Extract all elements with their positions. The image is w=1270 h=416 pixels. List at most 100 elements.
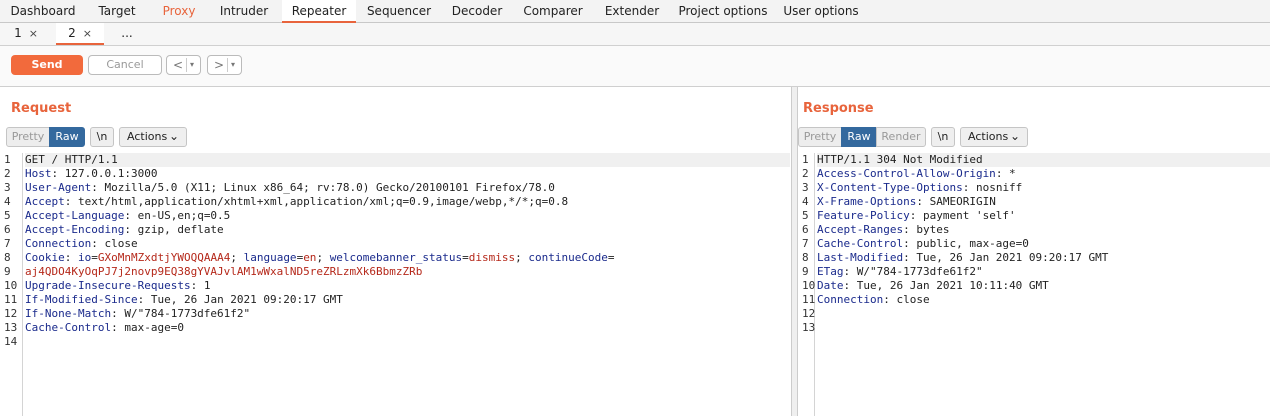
raw-toggle[interactable]: Raw — [841, 127, 877, 147]
raw-toggle[interactable]: Raw — [49, 127, 85, 147]
header-value: : public, max-age=0 — [903, 237, 1029, 250]
header-value: : Tue, 26 Jan 2021 10:11:40 GMT — [843, 279, 1049, 292]
actions-menu[interactable]: Actions ⌄ — [119, 127, 187, 147]
cookie-eq: = — [462, 251, 469, 264]
line-number: 14 — [4, 335, 18, 348]
chevron-right-icon: > — [214, 58, 225, 72]
line-number: 5 — [4, 209, 11, 222]
code-line: Feature-Policy: payment 'self' — [817, 209, 1270, 223]
actions-menu[interactable]: Actions ⌄ — [960, 127, 1028, 147]
repeater-new-tab[interactable]: ... — [112, 23, 142, 45]
tab-user-options[interactable]: User options — [780, 0, 862, 22]
header-name: Upgrade-Insecure-Requests — [25, 279, 191, 292]
header-value: aj4QDO4KyOqPJ7j2novp9EQ38gYVAJvlAM1wWxal… — [25, 265, 423, 278]
request-body[interactable]: GET / HTTP/1.1 Host: 127.0.0.1:3000 User-A… — [25, 153, 790, 349]
header-name: If-Modified-Since — [25, 293, 138, 306]
code-line: Connection: close — [25, 237, 790, 251]
line-number: 2 — [802, 167, 809, 180]
header-name: Connection — [25, 237, 92, 250]
close-icon[interactable]: × — [29, 27, 38, 40]
request-line-numbers: 1 2 3 4 5 6 7 8 9 10 11 12 13 14 — [0, 153, 23, 416]
repeater-toolbar: Send Cancel < ▾ > ▾ — [0, 46, 1270, 87]
render-toggle[interactable]: Render — [876, 127, 926, 147]
pretty-toggle[interactable]: Pretty — [6, 127, 50, 147]
repeater-tab-bar: 1 × 2 × ... — [0, 23, 1270, 46]
actions-label: Actions — [968, 130, 1009, 143]
tab-dashboard[interactable]: Dashboard — [8, 0, 78, 22]
code-line: X-Frame-Options: SAMEORIGIN — [817, 195, 1270, 209]
pretty-toggle[interactable]: Pretty — [798, 127, 842, 147]
chevron-down-icon[interactable]: ▾ — [190, 56, 194, 74]
tab-extender[interactable]: Extender — [600, 0, 664, 22]
back-button[interactable]: < ▾ — [166, 55, 201, 75]
send-button[interactable]: Send — [11, 55, 83, 75]
code-line: Host: 127.0.0.1:3000 — [25, 167, 790, 181]
line-number: 7 — [802, 237, 809, 250]
tab-sequencer[interactable]: Sequencer — [364, 0, 434, 22]
code-line: If-Modified-Since: Tue, 26 Jan 2021 09:2… — [25, 293, 790, 307]
header-value: : 127.0.0.1:3000 — [51, 167, 158, 180]
code-line: Date: Tue, 26 Jan 2021 10:11:40 GMT — [817, 279, 1270, 293]
code-line: Upgrade-Insecure-Requests: 1 — [25, 279, 790, 293]
header-name: Accept-Ranges — [817, 223, 904, 236]
cookie-value: en — [303, 251, 317, 264]
header-value: : close — [883, 293, 930, 306]
line-number: 12 — [4, 307, 18, 320]
header-name: User-Agent — [25, 181, 92, 194]
forward-button[interactable]: > ▾ — [207, 55, 242, 75]
response-title: Response — [803, 101, 874, 116]
cookie-eq: = — [607, 251, 615, 264]
tab-decoder[interactable]: Decoder — [449, 0, 505, 22]
code-line: Accept-Ranges: bytes — [817, 223, 1270, 237]
header-name: ETag — [817, 265, 844, 278]
code-line: Cache-Control: public, max-age=0 — [817, 237, 1270, 251]
chevron-down-icon: ⌄ — [168, 129, 179, 143]
header-name: Cookie — [25, 251, 65, 264]
repeater-tab-2[interactable]: 2 × — [56, 23, 104, 45]
request-editor[interactable]: 1 2 3 4 5 6 7 8 9 10 11 12 13 14 GET / HTTP/1.1 Host: … — [0, 153, 790, 416]
tab-intruder[interactable]: Intruder — [216, 0, 272, 22]
line-number: 2 — [4, 167, 11, 180]
response-body[interactable]: HTTP/1.1 304 Not Modified Access-Control-… — [817, 153, 1270, 335]
header-value: : bytes — [903, 223, 950, 236]
line-number: 10 — [802, 279, 816, 292]
header-value: HTTP/1.1 304 Not Modified — [817, 153, 983, 166]
line-number: 1 — [802, 153, 809, 166]
pane-splitter[interactable] — [791, 87, 798, 416]
line-number: 7 — [4, 237, 11, 250]
code-line: HTTP/1.1 304 Not Modified — [817, 153, 1270, 167]
tab-proxy[interactable]: Proxy — [158, 0, 200, 22]
line-number: 8 — [802, 251, 809, 264]
newline-toggle[interactable]: \n — [90, 127, 114, 147]
tab-project-options[interactable]: Project options — [678, 0, 768, 22]
header-name: Accept — [25, 195, 65, 208]
chevron-down-icon[interactable]: ▾ — [231, 56, 235, 74]
header-name: Host — [25, 167, 52, 180]
line-number: 9 — [4, 265, 11, 278]
header-value: : — [64, 251, 78, 264]
header-value: : text/html,application/xhtml+xml,applic… — [64, 195, 569, 208]
cookie-value: dismiss — [468, 251, 516, 264]
cookie-separator: ; — [515, 251, 529, 264]
code-line: Accept: text/html,application/xhtml+xml,… — [25, 195, 790, 209]
cookie-separator: ; — [316, 251, 330, 264]
code-line: Accept-Language: en-US,en;q=0.5 — [25, 209, 790, 223]
header-value: : Mozilla/5.0 (X11; Linux x86_64; rv:78.… — [91, 181, 555, 194]
tab-comparer[interactable]: Comparer — [520, 0, 586, 22]
tab-repeater[interactable]: Repeater — [282, 0, 356, 23]
header-value: : Tue, 26 Jan 2021 09:20:17 GMT — [903, 251, 1109, 264]
cookie-eq: = — [91, 251, 98, 264]
header-name: Date — [817, 279, 844, 292]
repeater-tab-label: 2 — [68, 26, 76, 40]
close-icon[interactable]: × — [83, 27, 92, 40]
cancel-button[interactable]: Cancel — [88, 55, 162, 75]
response-editor[interactable]: 1 2 3 4 5 6 7 8 9 10 11 12 13 HTTP/1.1 304 Not Modif… — [798, 153, 1270, 416]
tab-target[interactable]: Target — [92, 0, 142, 22]
newline-toggle[interactable]: \n — [931, 127, 955, 147]
line-number: 1 — [4, 153, 11, 166]
header-value: : Tue, 26 Jan 2021 09:20:17 GMT — [137, 293, 343, 306]
repeater-tab-1[interactable]: 1 × — [6, 23, 46, 45]
